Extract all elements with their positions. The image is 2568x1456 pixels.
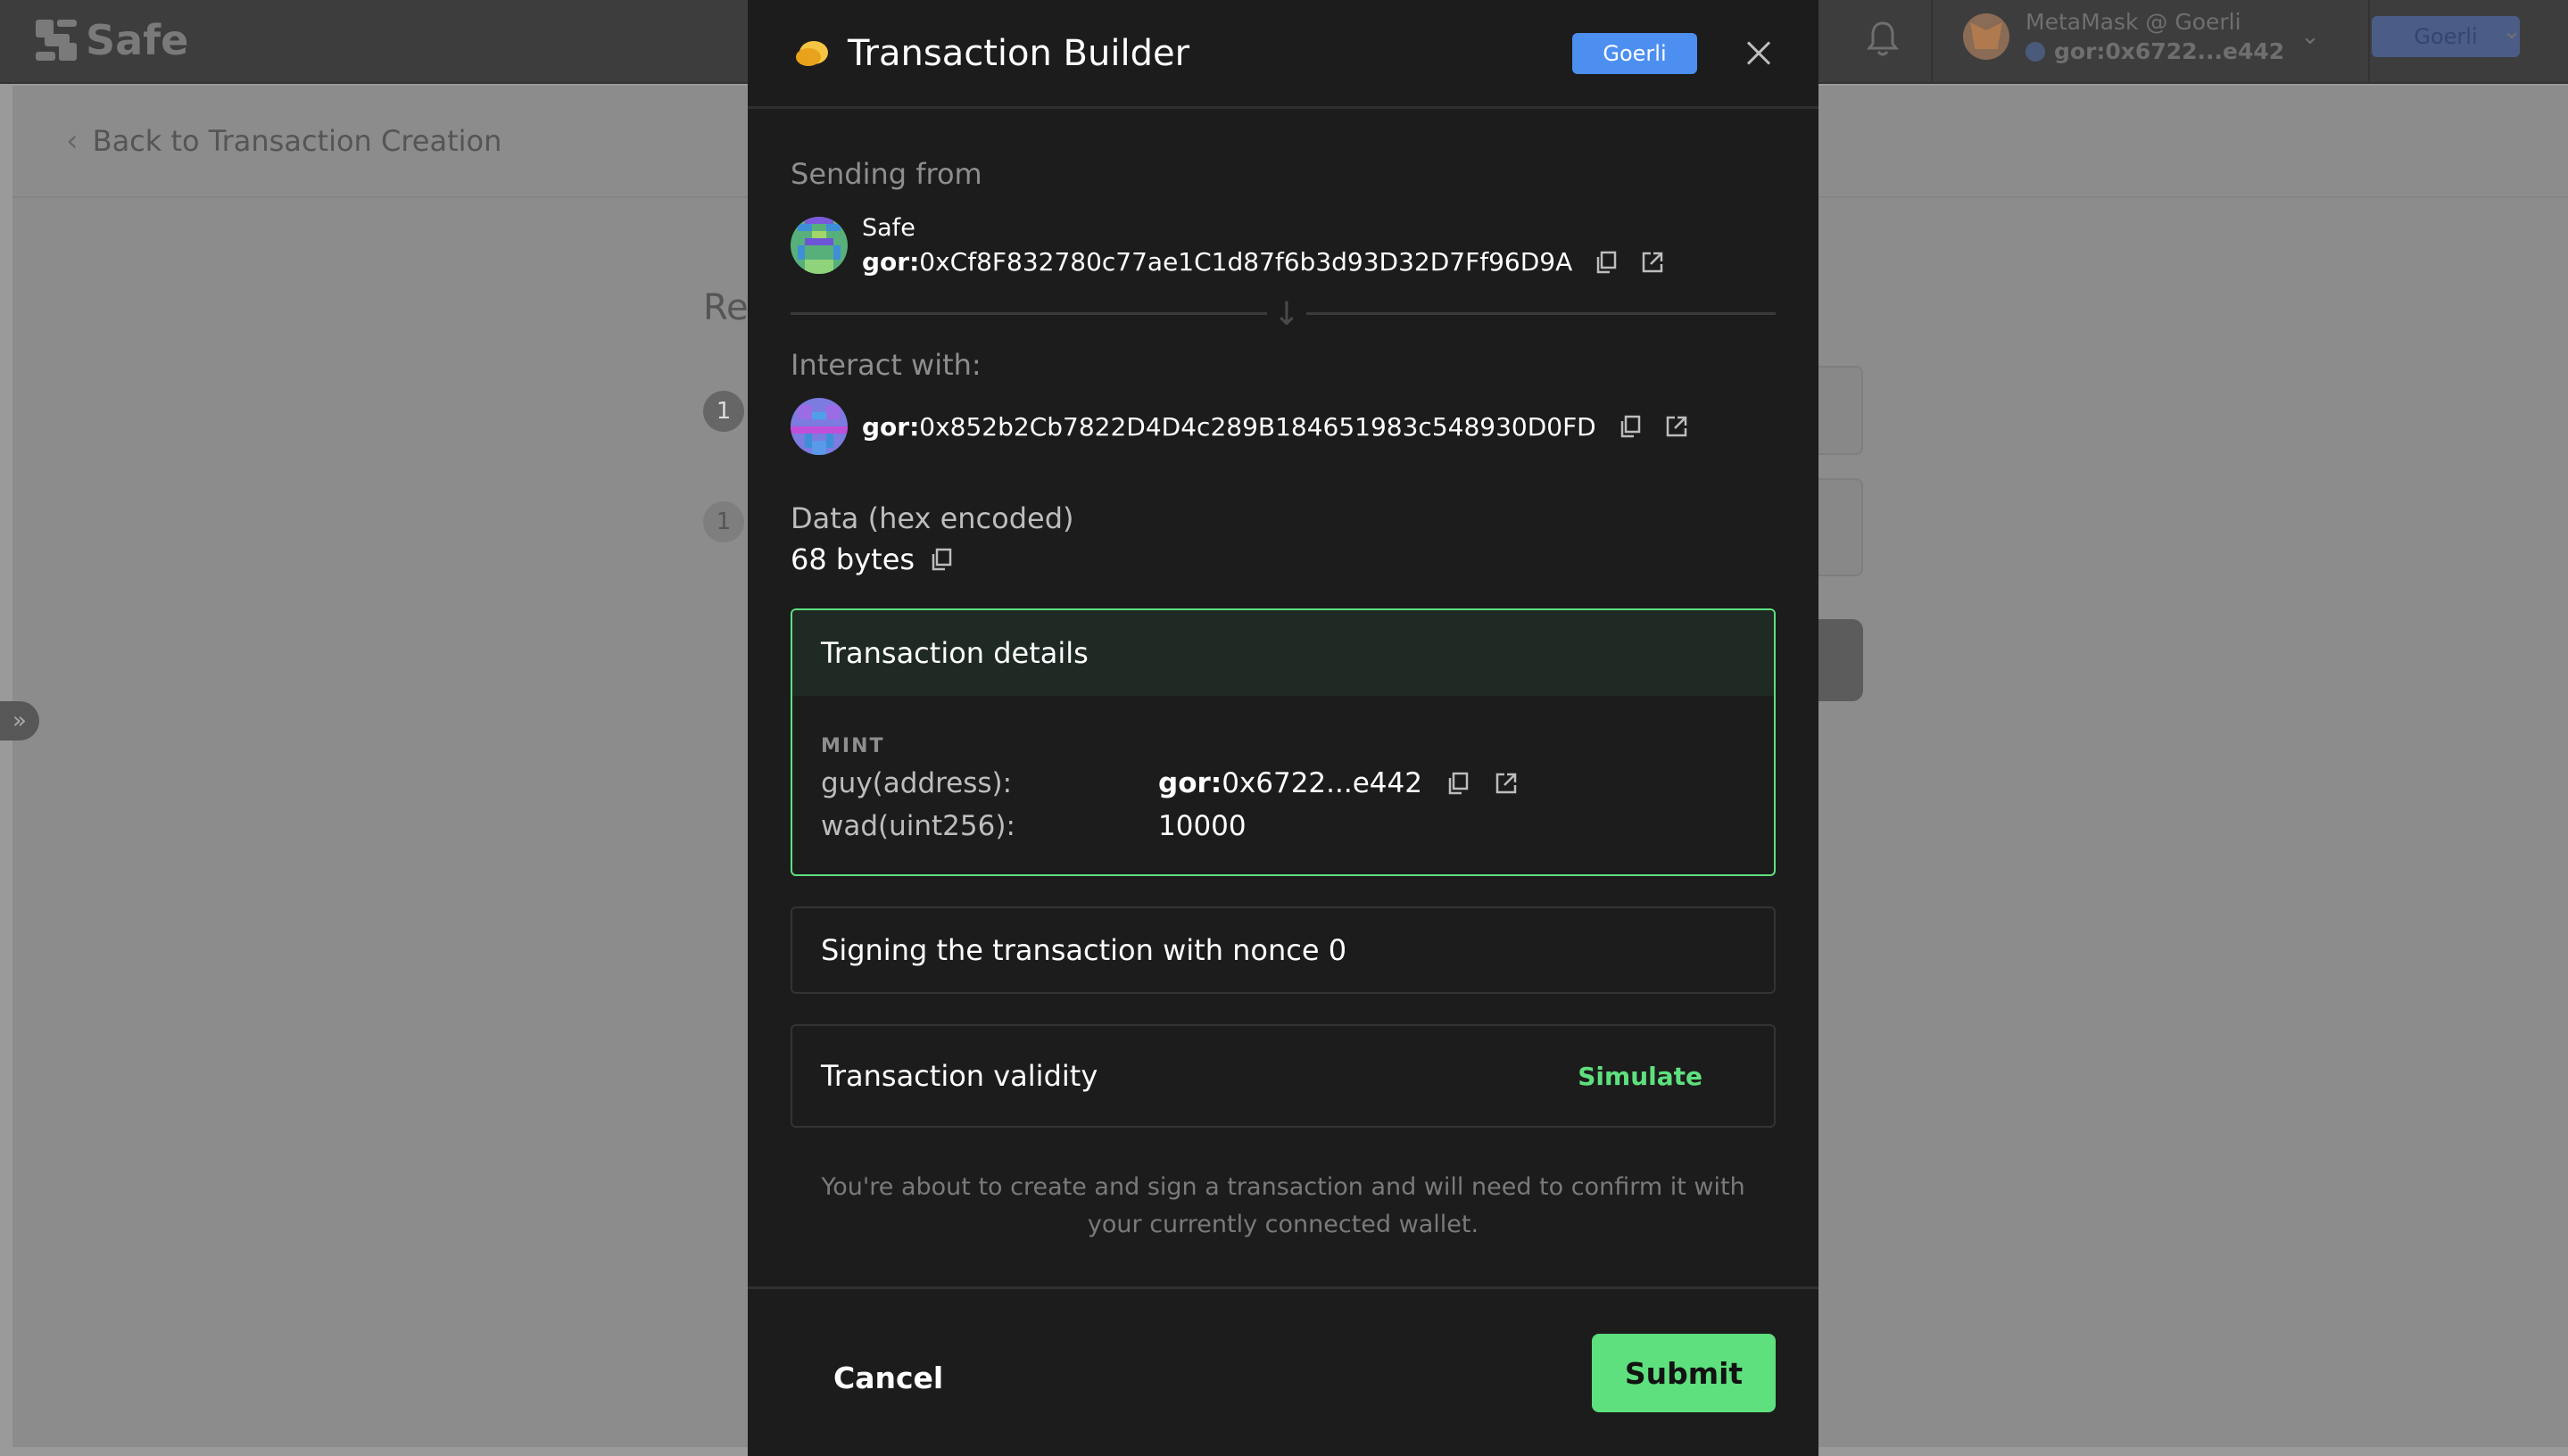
metamask-icon <box>1963 13 2009 60</box>
param-name: guy(address): <box>821 767 1013 799</box>
copy-icon[interactable] <box>929 547 954 572</box>
modal-header: Transaction Builder Goerli <box>748 0 1818 109</box>
page-title: Re <box>703 287 749 328</box>
interact-with-label: Interact with: <box>791 348 982 382</box>
transaction-details-header[interactable]: Transaction details <box>792 610 1774 696</box>
transaction-details-panel[interactable]: Transaction details MINT guy(address): g… <box>791 608 1776 876</box>
to-address-row: gor:0x852b2Cb7822D4D4c289B184651983c5489… <box>791 398 1689 455</box>
safe-logo-icon <box>36 20 77 61</box>
chevron-down-icon[interactable]: ⌄ <box>2300 23 2320 50</box>
param-value: 10000 <box>1158 810 1247 842</box>
nonce-box: Signing the transaction with nonce 0 <box>791 906 1776 994</box>
header-divider <box>1931 0 1933 84</box>
data-size: 68 bytes <box>791 542 915 576</box>
copy-icon[interactable] <box>1594 250 1619 275</box>
chevron-down-icon[interactable]: ⌄ <box>2502 18 2522 45</box>
external-link-icon[interactable] <box>1494 771 1519 796</box>
wallet-address: gor:0x6722...e442 <box>2054 38 2285 64</box>
from-name: Safe <box>862 214 915 242</box>
chevron-left-icon: ‹ <box>66 123 79 159</box>
param-value-row: gor:0x6722...e442 <box>1158 767 1519 799</box>
simulate-button[interactable]: Simulate <box>1578 1062 1702 1091</box>
step-number: 1 <box>703 391 744 432</box>
from-address: gor:0xCf8F832780c77ae1C1d87f6b3d93D32D7F… <box>862 247 1573 277</box>
step-number: 1 <box>703 501 744 542</box>
logo-text: Safe <box>86 16 189 64</box>
modal-footer: Cancel Submit <box>748 1286 1818 1456</box>
external-link-icon[interactable] <box>1640 250 1665 275</box>
background-button <box>1817 619 1863 701</box>
transaction-builder-modal: Transaction Builder Goerli Sending from … <box>748 0 1818 1456</box>
double-chevron-right-icon[interactable]: » <box>0 701 39 740</box>
wallet-title: MetaMask @ Goerli <box>2025 9 2241 35</box>
data-label: Data (hex encoded) <box>791 501 1074 535</box>
network-selector[interactable]: Goerli <box>2372 16 2520 57</box>
validity-label: Transaction validity <box>821 1059 1098 1093</box>
data-size-row: 68 bytes <box>791 542 954 576</box>
external-link-icon[interactable] <box>1664 414 1689 439</box>
param-name: wad(uint256): <box>821 810 1015 842</box>
wallet-avatar <box>2025 41 2045 62</box>
back-link-label: Back to Transaction Creation <box>92 124 502 158</box>
coin-icon <box>796 40 828 66</box>
to-address: gor:0x852b2Cb7822D4D4c289B184651983c5489… <box>862 411 1596 442</box>
contract-identicon <box>791 398 848 455</box>
network-chip: Goerli <box>1572 32 1697 74</box>
arrow-down-icon: ↓ <box>1267 294 1306 334</box>
copy-icon[interactable] <box>1446 771 1470 796</box>
copy-icon[interactable] <box>1618 414 1643 439</box>
close-icon[interactable] <box>1740 36 1776 71</box>
from-address-row: Safe gor:0xCf8F832780c77ae1C1d87f6b3d93D… <box>791 214 1665 277</box>
validity-box: Transaction validity Simulate <box>791 1024 1776 1128</box>
nonce-text: Signing the transaction with nonce 0 <box>821 933 1347 967</box>
method-name: MINT <box>821 735 885 757</box>
sending-from-label: Sending from <box>791 157 982 191</box>
confirmation-note: You're about to create and sign a transa… <box>821 1173 1745 1238</box>
submit-button[interactable]: Submit <box>1592 1334 1776 1412</box>
modal-title: Transaction Builder <box>848 32 1190 74</box>
param-value: gor:0x6722...e442 <box>1158 767 1422 799</box>
wallet-info[interactable]: MetaMask @ Goerli gor:0x6722...e442 ⌄ <box>1963 9 2320 64</box>
bell-icon[interactable] <box>1865 20 1901 59</box>
cancel-button[interactable]: Cancel <box>833 1361 943 1395</box>
header-divider <box>2368 0 2370 84</box>
safe-logo[interactable]: Safe <box>36 16 188 64</box>
safe-identicon <box>791 217 848 274</box>
